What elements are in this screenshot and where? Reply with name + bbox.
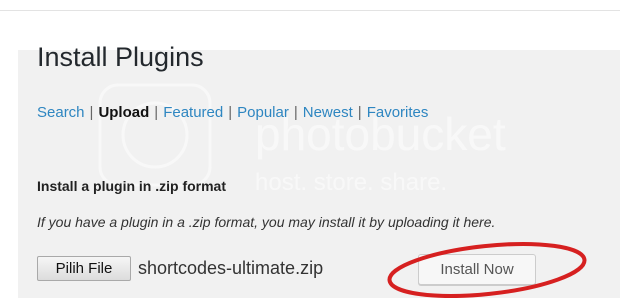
tab-separator: | [228, 104, 233, 121]
tab-search[interactable]: Search [37, 104, 85, 121]
upload-section-title: Install a plugin in .zip format [37, 178, 227, 194]
tab-separator: | [154, 104, 159, 121]
plugin-tabs: Search | Upload | Featured | Popular | Newest | Fa… [37, 104, 428, 121]
install-now-button[interactable]: Install Now [418, 254, 536, 285]
tab-separator: | [357, 104, 362, 121]
tab-separator: | [89, 104, 94, 121]
tab-featured[interactable]: Featured [163, 104, 223, 121]
tab-popular[interactable]: Popular [237, 104, 289, 121]
page-title: Install Plugins [37, 42, 204, 72]
choose-file-button[interactable]: Pilih File [37, 256, 131, 281]
tab-upload[interactable]: Upload [98, 104, 149, 121]
tab-separator: | [293, 104, 298, 121]
upload-help-text: If you have a plugin in a .zip format, y… [37, 214, 496, 230]
selected-file-name: shortcodes-ultimate.zip [138, 258, 324, 278]
tab-newest[interactable]: Newest [303, 104, 353, 121]
tab-favorites[interactable]: Favorites [367, 104, 429, 121]
